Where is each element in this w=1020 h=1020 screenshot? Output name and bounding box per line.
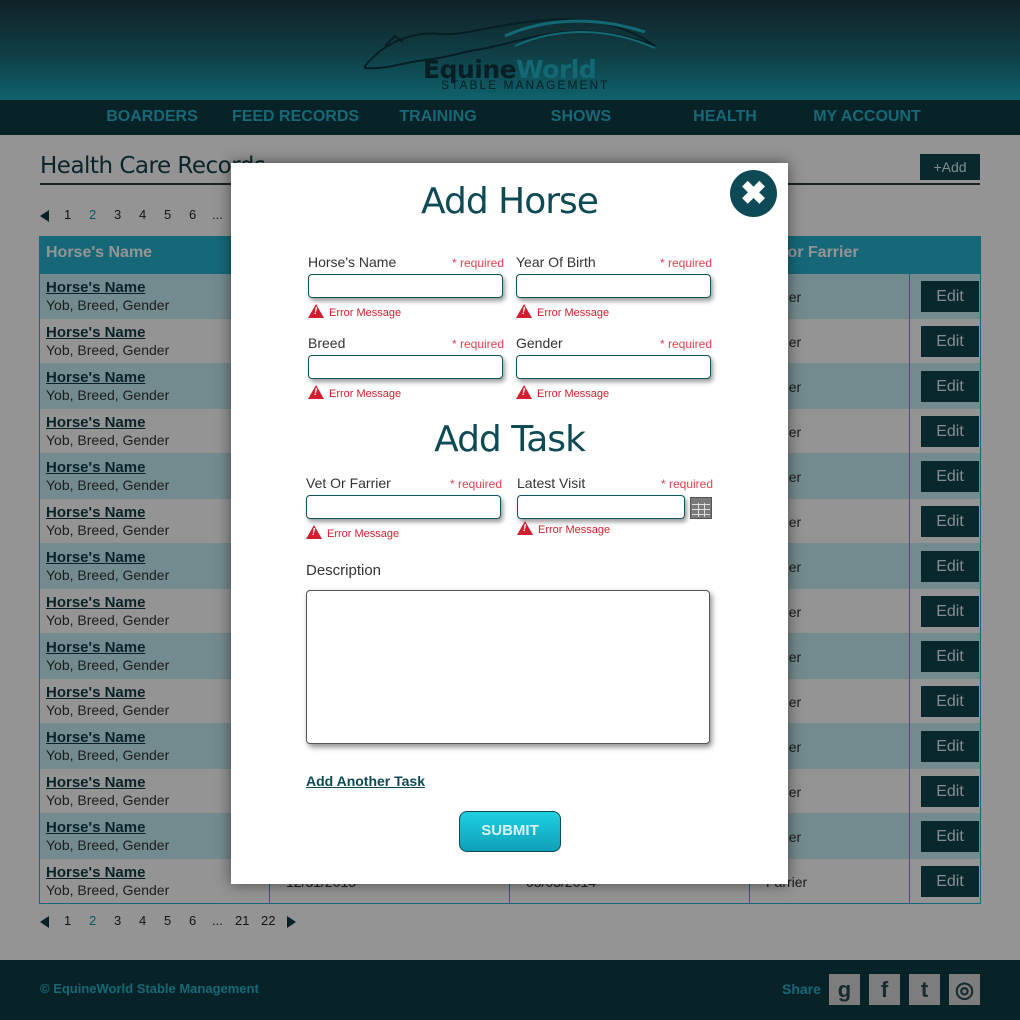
breed-label: Breed	[308, 335, 346, 351]
required-indicator: * required	[660, 477, 713, 491]
horse-name-error: Error Message	[308, 304, 401, 319]
add-horse-modal: ✖ Add Horse Horse's Name * required Erro…	[231, 163, 788, 884]
vet-or-farrier-input[interactable]	[306, 495, 501, 519]
add-horse-heading: Add Horse	[421, 181, 599, 222]
warning-icon	[516, 304, 532, 318]
vet-or-farrier-error: Error Message	[306, 525, 399, 540]
description-label: Description	[306, 562, 382, 579]
warning-icon	[517, 521, 533, 535]
gender-error: Error Message	[516, 385, 609, 400]
year-of-birth-input[interactable]	[516, 274, 711, 298]
warning-icon	[308, 304, 324, 318]
gender-label: Gender	[516, 335, 563, 351]
breed-input[interactable]	[308, 355, 503, 379]
latest-visit-error: Error Message	[517, 521, 610, 536]
year-of-birth-label: Year Of Birth	[516, 254, 596, 270]
year-of-birth-error: Error Message	[516, 304, 609, 319]
description-textarea[interactable]	[306, 590, 710, 744]
horse-name-label: Horse's Name	[308, 254, 397, 270]
latest-visit-label: Latest Visit	[517, 475, 586, 491]
warning-icon	[516, 385, 532, 399]
breed-error: Error Message	[308, 385, 401, 400]
required-indicator: * required	[659, 256, 712, 270]
horse-name-input[interactable]	[308, 274, 503, 298]
required-indicator: * required	[449, 477, 502, 491]
warning-icon	[306, 525, 322, 539]
vet-or-farrier-label: Vet Or Farrier	[306, 475, 391, 491]
submit-button[interactable]: SUBMIT	[459, 811, 561, 852]
required-indicator: * required	[659, 337, 712, 351]
required-indicator: * required	[451, 337, 504, 351]
add-another-task-link[interactable]: Add Another Task	[306, 773, 425, 789]
add-task-heading: Add Task	[434, 419, 586, 460]
latest-visit-input[interactable]	[517, 495, 685, 519]
calendar-icon[interactable]	[690, 497, 712, 519]
gender-input[interactable]	[516, 355, 711, 379]
required-indicator: * required	[451, 256, 504, 270]
warning-icon	[308, 385, 324, 399]
